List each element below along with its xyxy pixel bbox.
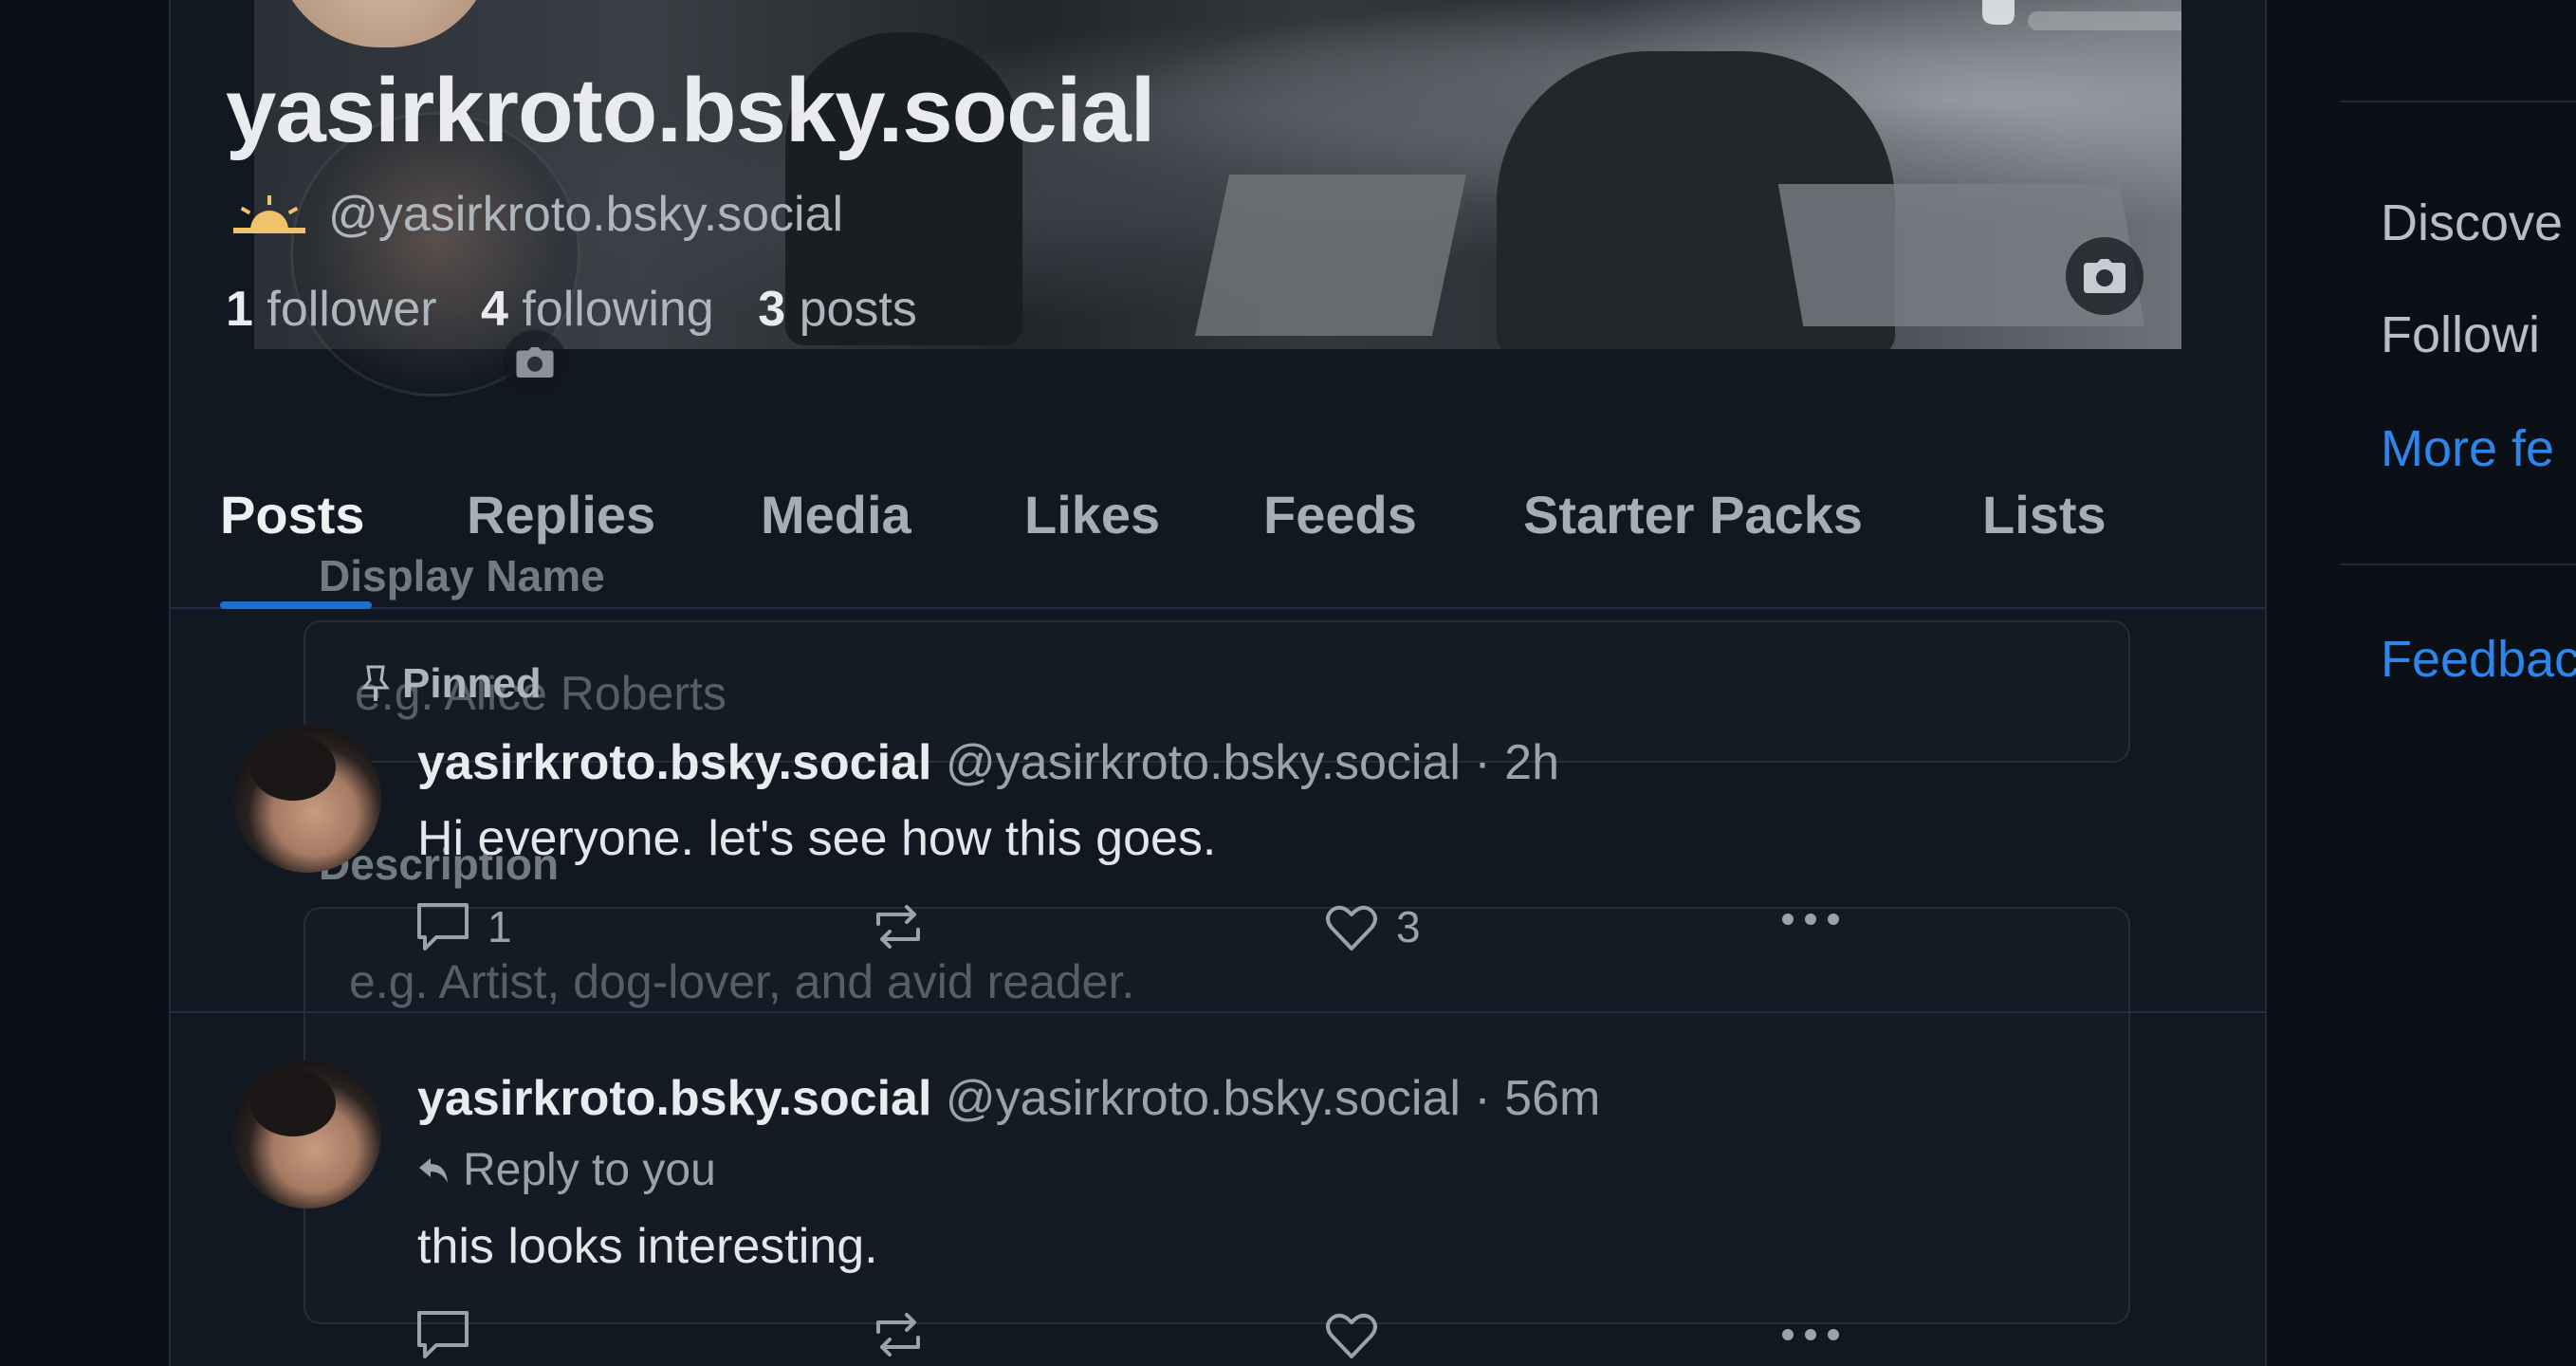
post-author-name[interactable]: yasirkroto.bsky.social bbox=[417, 735, 931, 790]
description-placeholder: e.g. Artist, dog-lover, and avid reader. bbox=[349, 955, 1135, 1008]
reply-count: 1 bbox=[488, 902, 512, 951]
banner-laptop bbox=[1194, 175, 1467, 336]
post-text: Hi everyone. let's see how this goes. bbox=[417, 811, 1217, 866]
post-divider bbox=[169, 1011, 2267, 1013]
reply-button[interactable] bbox=[415, 1309, 470, 1360]
profile-handle: @yasirkroto.bsky.social bbox=[328, 187, 844, 242]
comment-icon bbox=[417, 903, 469, 951]
repost-button[interactable] bbox=[871, 1309, 926, 1360]
tab-likes[interactable]: Likes bbox=[1024, 484, 1160, 545]
sidebar-divider bbox=[2341, 563, 2576, 565]
more-options-button[interactable] bbox=[1781, 913, 1840, 926]
posts-count: 3 bbox=[758, 282, 786, 337]
post-meta[interactable]: @yasirkroto.bsky.social · 56m bbox=[946, 1071, 1600, 1126]
repost-button[interactable] bbox=[871, 901, 926, 952]
post-text: this looks interesting. bbox=[417, 1219, 878, 1274]
more-feeds-link[interactable]: More fe bbox=[2381, 419, 2554, 478]
tab-posts[interactable]: Posts bbox=[220, 484, 365, 545]
sidebar-item-following[interactable]: Followi bbox=[2381, 305, 2540, 364]
more-icon bbox=[1782, 914, 1839, 925]
pin-icon bbox=[361, 665, 390, 701]
pinned-indicator: Pinned bbox=[360, 660, 542, 708]
sidebar-item-discover[interactable]: Discove bbox=[2381, 194, 2563, 252]
reply-button[interactable]: 1 bbox=[415, 901, 512, 952]
camera-icon bbox=[2084, 259, 2125, 293]
profile-counts: 1 follower 4 following 3 posts bbox=[226, 281, 917, 338]
like-button[interactable]: 3 bbox=[1324, 901, 1421, 952]
reply-to-indicator: Reply to you bbox=[417, 1144, 716, 1196]
post-header: yasirkroto.bsky.social @yasirkroto.bsky.… bbox=[417, 734, 1559, 791]
display-name-label: Display Name bbox=[319, 551, 605, 600]
tab-feeds[interactable]: Feeds bbox=[1263, 484, 1417, 545]
post-author-name[interactable]: yasirkroto.bsky.social bbox=[417, 1071, 931, 1126]
more-icon bbox=[1782, 1329, 1839, 1340]
profile-handle-row: @yasirkroto.bsky.social bbox=[233, 186, 843, 243]
banner-lamp bbox=[2028, 11, 2181, 30]
reply-to-label[interactable]: Reply to you bbox=[463, 1144, 716, 1196]
heart-icon bbox=[1326, 1313, 1377, 1358]
tab-media[interactable]: Media bbox=[761, 484, 911, 545]
more-options-button[interactable] bbox=[1781, 1328, 1840, 1341]
sidebar-divider bbox=[2341, 101, 2576, 102]
followers-label[interactable]: follower bbox=[267, 282, 436, 337]
banner-camera-button[interactable] bbox=[2066, 237, 2144, 315]
profile-display-name: yasirkroto.bsky.social bbox=[226, 60, 1155, 161]
tab-starter-packs[interactable]: Starter Packs bbox=[1523, 484, 1863, 545]
post-header: yasirkroto.bsky.social @yasirkroto.bsky.… bbox=[417, 1070, 1600, 1127]
post-avatar[interactable] bbox=[233, 1061, 381, 1209]
post-meta[interactable]: @yasirkroto.bsky.social · 2h bbox=[946, 735, 1559, 790]
hand-cursor-icon bbox=[1982, 0, 2015, 25]
app-window: yasirkroto.bsky.social @yasirkroto.bsky.… bbox=[0, 0, 2576, 1366]
avatar-camera-button[interactable] bbox=[503, 330, 567, 395]
pinned-label: Pinned bbox=[402, 660, 542, 707]
heart-icon bbox=[1326, 905, 1377, 951]
tab-replies[interactable]: Replies bbox=[467, 484, 655, 545]
posts-label: posts bbox=[799, 282, 917, 337]
like-button[interactable] bbox=[1324, 1309, 1379, 1360]
post-avatar[interactable] bbox=[233, 725, 381, 873]
following-label[interactable]: following bbox=[522, 282, 713, 337]
comment-icon bbox=[417, 1311, 469, 1358]
repost-icon bbox=[876, 905, 920, 949]
following-count[interactable]: 4 bbox=[481, 282, 508, 337]
followers-count[interactable]: 1 bbox=[226, 282, 253, 337]
reply-arrow-icon bbox=[419, 1157, 448, 1183]
repost-icon bbox=[876, 1313, 920, 1357]
sunrise-icon bbox=[233, 195, 305, 233]
feedback-link[interactable]: Feedbac bbox=[2381, 630, 2576, 689]
tab-lists[interactable]: Lists bbox=[1982, 484, 2107, 545]
like-count: 3 bbox=[1396, 902, 1421, 951]
active-tab-indicator bbox=[220, 601, 372, 609]
camera-icon bbox=[516, 347, 554, 378]
